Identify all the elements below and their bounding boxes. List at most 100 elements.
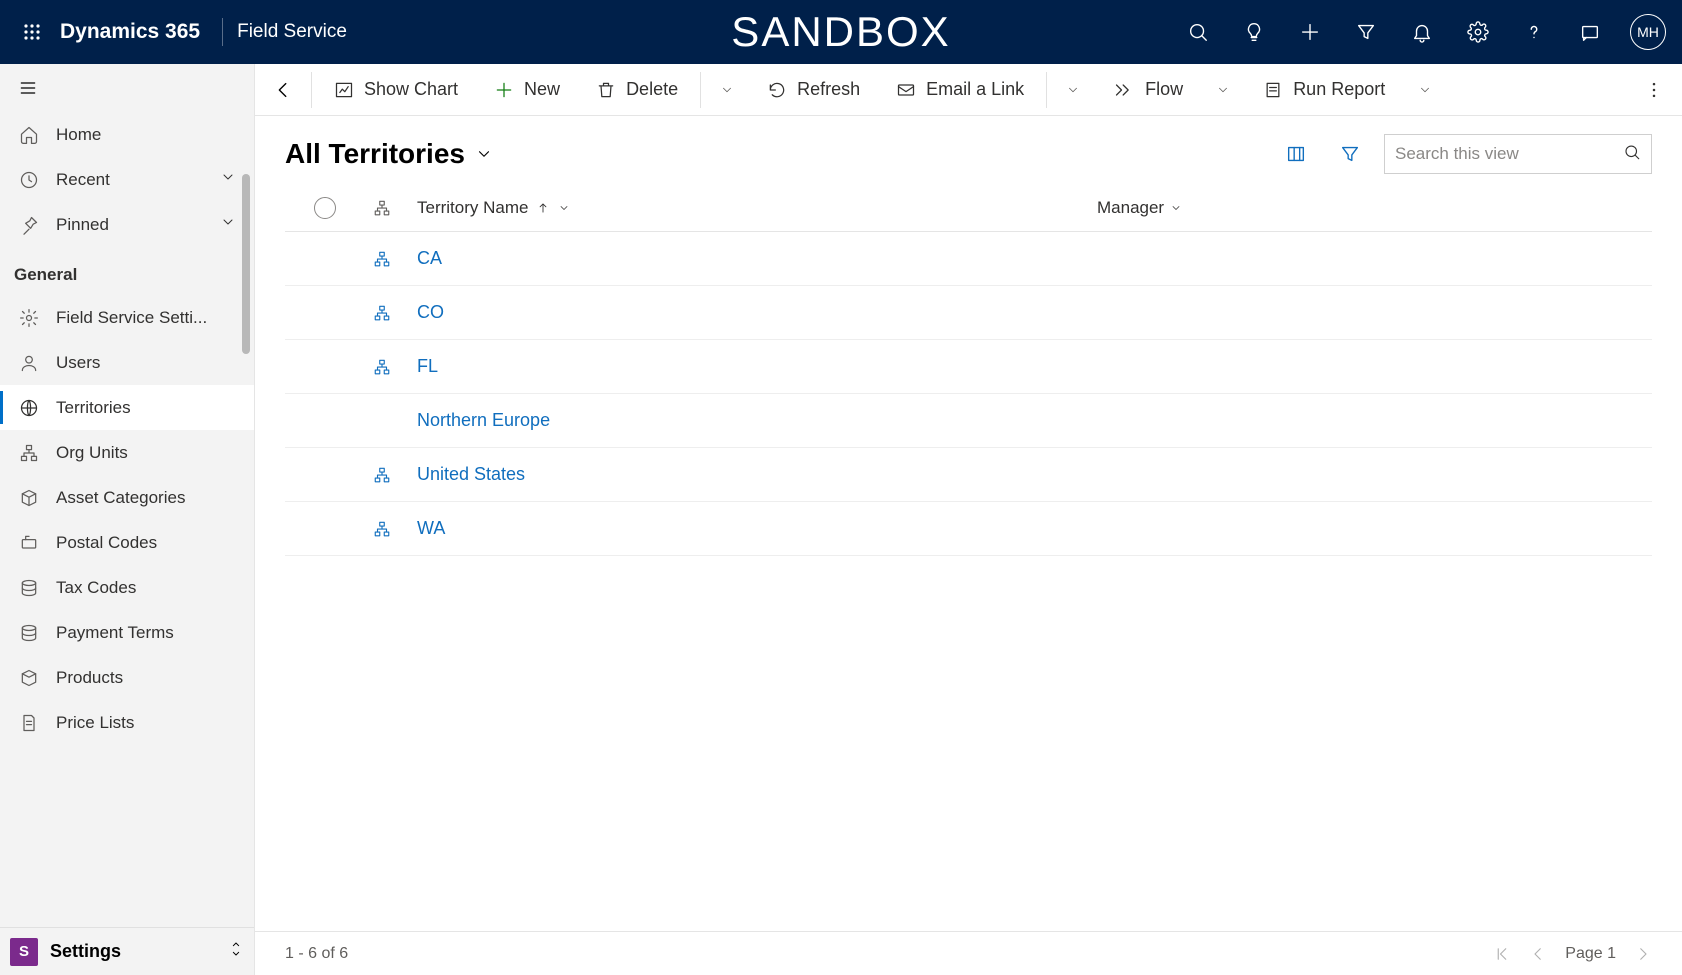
app-launcher-icon[interactable] (8, 23, 56, 41)
home-icon (18, 124, 40, 146)
sidebar-item-territories[interactable]: Territories (0, 385, 254, 430)
page-label: Page 1 (1565, 945, 1616, 963)
territory-link[interactable]: CO (417, 302, 444, 323)
report-dropdown[interactable] (1407, 70, 1443, 110)
search-box[interactable] (1384, 134, 1652, 174)
sidebar-item-payment-terms[interactable]: Payment Terms (0, 610, 254, 655)
main-content: Show Chart New Delete Refresh Email a Li… (255, 64, 1682, 975)
table-row[interactable]: WA (285, 502, 1652, 556)
add-icon[interactable] (1294, 16, 1326, 48)
plus-icon (494, 80, 514, 100)
run-report-button[interactable]: Run Report (1249, 70, 1399, 110)
chevron-down-icon[interactable] (220, 214, 236, 235)
document-icon (18, 712, 40, 734)
sidebar-item-price-lists[interactable]: Price Lists (0, 700, 254, 745)
table-row[interactable]: FL (285, 340, 1652, 394)
territory-link[interactable]: United States (417, 464, 525, 485)
territory-link[interactable]: FL (417, 356, 438, 377)
territory-link[interactable]: WA (417, 518, 445, 539)
show-chart-button[interactable]: Show Chart (320, 70, 472, 110)
bell-icon[interactable] (1406, 16, 1438, 48)
module-label[interactable]: Field Service (237, 21, 347, 43)
column-label: Territory Name (417, 198, 528, 218)
cmd-label: Refresh (797, 79, 860, 100)
sidebar-toggle-icon[interactable] (0, 64, 254, 112)
first-page-icon[interactable] (1493, 945, 1511, 963)
table-row[interactable]: CA (285, 232, 1652, 286)
filter-icon[interactable] (1330, 134, 1370, 174)
table-row[interactable]: Northern Europe (285, 394, 1652, 448)
more-commands-icon[interactable] (1634, 70, 1674, 110)
command-bar: Show Chart New Delete Refresh Email a Li… (255, 64, 1682, 116)
delete-dropdown[interactable] (709, 70, 745, 110)
next-page-icon[interactable] (1634, 945, 1652, 963)
user-avatar[interactable]: MH (1630, 14, 1666, 50)
cmd-label: New (524, 79, 560, 100)
delete-button[interactable]: Delete (582, 70, 692, 110)
search-icon[interactable] (1182, 16, 1214, 48)
trash-icon (596, 80, 616, 100)
filter-icon[interactable] (1350, 16, 1382, 48)
search-icon[interactable] (1623, 143, 1641, 166)
help-icon[interactable] (1518, 16, 1550, 48)
table-row[interactable]: United States (285, 448, 1652, 502)
territory-link[interactable]: Northern Europe (417, 410, 550, 431)
back-button[interactable] (263, 70, 303, 110)
column-manager[interactable]: Manager (1097, 198, 1182, 218)
box-icon (18, 487, 40, 509)
sidebar-item-postal-codes[interactable]: Postal Codes (0, 520, 254, 565)
sidebar-item-label: Field Service Setti... (56, 308, 207, 328)
search-input[interactable] (1395, 144, 1623, 164)
area-switcher[interactable]: S Settings (0, 927, 254, 975)
email-dropdown[interactable] (1055, 70, 1091, 110)
sidebar-item-label: Pinned (56, 215, 109, 235)
chevron-down-icon[interactable] (220, 169, 236, 190)
new-button[interactable]: New (480, 70, 574, 110)
hierarchy-icon[interactable] (347, 466, 417, 484)
territory-link[interactable]: CA (417, 248, 442, 269)
view-selector[interactable]: All Territories (285, 138, 493, 170)
sidebar-item-label: Users (56, 353, 100, 373)
global-header: Dynamics 365 Field Service SANDBOX MH (0, 0, 1682, 64)
flow-button[interactable]: Flow (1099, 70, 1197, 110)
sidebar-item-org-units[interactable]: Org Units (0, 430, 254, 475)
hierarchy-icon[interactable] (347, 250, 417, 268)
sidebar-scrollbar[interactable] (242, 174, 250, 354)
column-territory-name[interactable]: Territory Name (417, 198, 1097, 218)
sidebar-item-label: Payment Terms (56, 623, 174, 643)
updown-icon (228, 939, 244, 964)
sidebar-item-pinned[interactable]: Pinned (0, 202, 254, 247)
sidebar-item-products[interactable]: Products (0, 655, 254, 700)
grid-footer: 1 - 6 of 6 Page 1 (255, 931, 1682, 975)
table-row[interactable]: CO (285, 286, 1652, 340)
sidebar-item-tax-codes[interactable]: Tax Codes (0, 565, 254, 610)
prev-page-icon[interactable] (1529, 945, 1547, 963)
select-all[interactable] (303, 197, 347, 219)
pin-icon (18, 214, 40, 236)
email-link-button[interactable]: Email a Link (882, 70, 1038, 110)
flow-dropdown[interactable] (1205, 70, 1241, 110)
chevron-down-icon (558, 202, 570, 214)
hierarchy-icon[interactable] (347, 304, 417, 322)
sidebar-item-recent[interactable]: Recent (0, 157, 254, 202)
sidebar-item-users[interactable]: Users (0, 340, 254, 385)
edit-columns-icon[interactable] (1276, 134, 1316, 174)
sidebar-item-label: Postal Codes (56, 533, 157, 553)
hierarchy-icon[interactable] (347, 520, 417, 538)
flow-icon (1113, 80, 1135, 100)
lightbulb-icon[interactable] (1238, 16, 1270, 48)
view-header: All Territories (255, 116, 1682, 184)
column-label: Manager (1097, 198, 1164, 218)
assistant-icon[interactable] (1574, 16, 1606, 48)
refresh-button[interactable]: Refresh (753, 70, 874, 110)
sidebar-item-field-service-settings[interactable]: Field Service Setti... (0, 295, 254, 340)
gear-icon[interactable] (1462, 16, 1494, 48)
sidebar-item-asset-categories[interactable]: Asset Categories (0, 475, 254, 520)
hierarchy-icon[interactable] (347, 358, 417, 376)
sidebar-item-home[interactable]: Home (0, 112, 254, 157)
area-label: Settings (50, 941, 121, 962)
sidebar-item-label: Price Lists (56, 713, 134, 733)
environment-label: SANDBOX (731, 8, 950, 56)
brand-label[interactable]: Dynamics 365 (60, 20, 200, 44)
clock-icon (18, 169, 40, 191)
